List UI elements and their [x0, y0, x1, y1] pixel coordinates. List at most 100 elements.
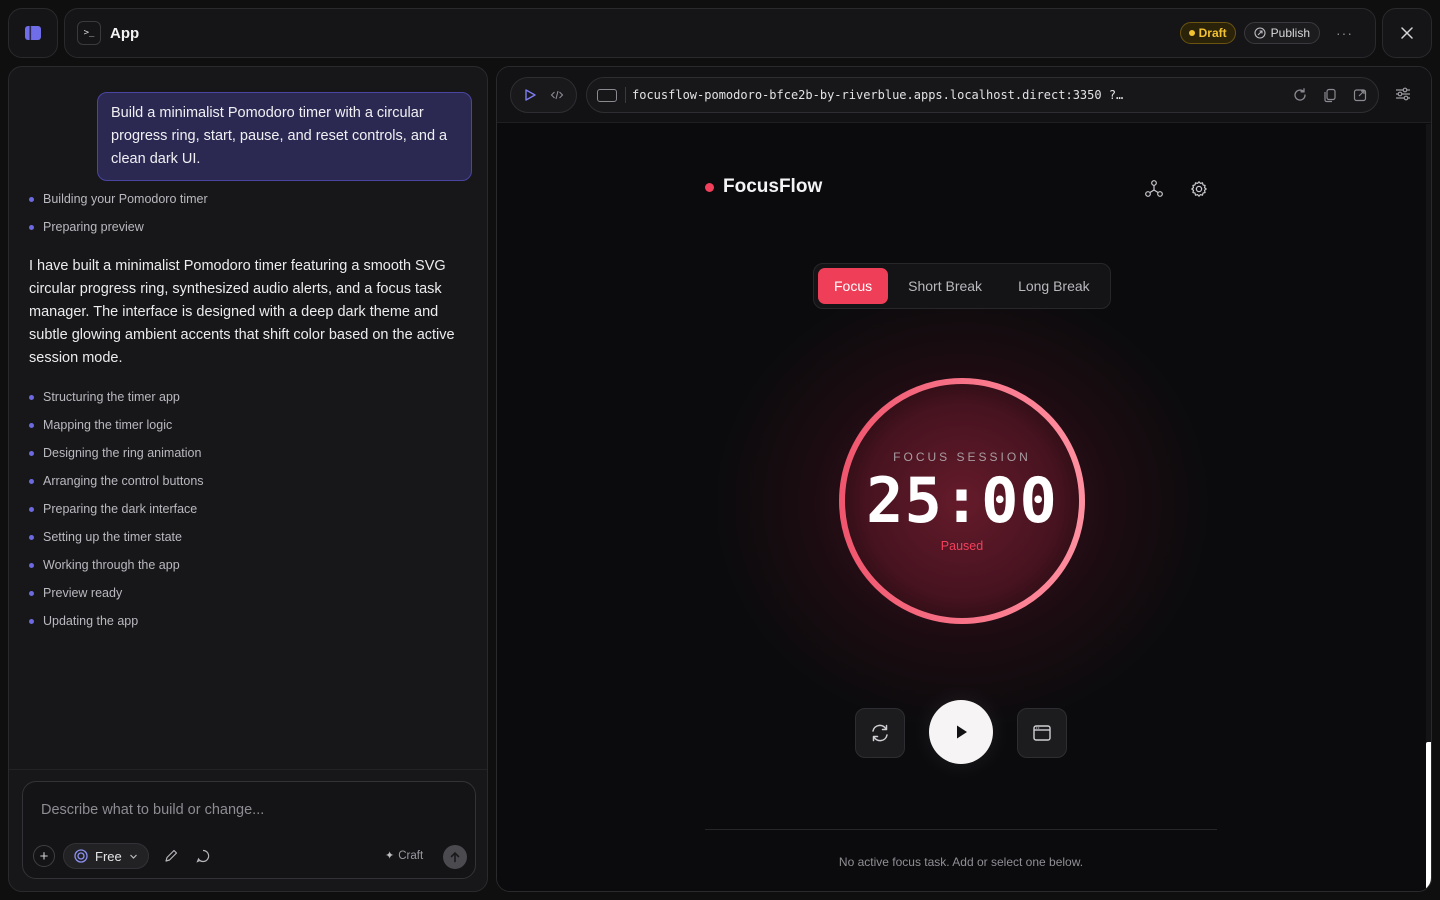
- progress-step: Preparing preview: [29, 213, 208, 241]
- publish-icon: [1254, 27, 1266, 39]
- chat-divider: [9, 769, 487, 770]
- progress-step: Mapping the timer logic: [29, 411, 204, 439]
- step-label: Mapping the timer logic: [43, 418, 173, 432]
- publish-button[interactable]: Publish: [1243, 22, 1320, 44]
- craft-label: Craft: [398, 849, 424, 862]
- tab-focus[interactable]: Focus: [818, 268, 889, 304]
- bullet-icon: [29, 196, 34, 202]
- view-mode-toggle[interactable]: [510, 77, 577, 113]
- chat-panel: Build a minimalist Pomodoro timer with a…: [8, 66, 488, 892]
- progress-step: Building your Pomodoro timer: [29, 185, 208, 213]
- progress-step: Preparing the dark interface: [29, 495, 204, 523]
- bullet-icon: [29, 422, 34, 428]
- network-icon: [1145, 180, 1163, 197]
- chat-bubble-icon: [196, 849, 210, 863]
- step-label: Working through the app: [43, 558, 180, 572]
- stats-button[interactable]: [1144, 179, 1164, 199]
- tab-short-break[interactable]: Short Break: [892, 268, 998, 304]
- step-label: Updating the app: [43, 614, 139, 628]
- skip-button[interactable]: [1017, 708, 1067, 758]
- start-button[interactable]: [929, 700, 993, 764]
- app-name: FocusFlow: [723, 176, 823, 197]
- chat-mode-button[interactable]: [195, 848, 211, 864]
- url-separator: [625, 87, 626, 103]
- chevron-down-icon: [129, 854, 137, 859]
- timer-status: Paused: [940, 539, 984, 553]
- sparkle-icon: ✦: [385, 850, 395, 862]
- progress-steps-after: Structuring the timer app Mapping the ti…: [29, 383, 204, 635]
- task-empty-message: No active focus task. Add or select one …: [838, 855, 1084, 869]
- brand-dot-icon: [705, 182, 714, 192]
- session-label: FOCUS SESSION: [893, 450, 1031, 464]
- progress-step: Preview ready: [29, 579, 204, 607]
- step-label: Structuring the timer app: [43, 390, 180, 404]
- top-bar: >_ App Draft Publish ···: [64, 8, 1376, 58]
- code-icon[interactable]: [550, 88, 564, 102]
- bullet-icon: [29, 534, 34, 540]
- copy-icon[interactable]: [1322, 87, 1338, 103]
- bullet-icon: [29, 618, 34, 624]
- send-button[interactable]: [443, 845, 467, 869]
- preview-toolbar: focusflow-pomodoro-bfce2b-by-riverblue.a…: [497, 67, 1431, 123]
- progress-step: Structuring the timer app: [29, 383, 204, 411]
- model-label: Free: [95, 848, 122, 864]
- model-icon: [74, 849, 88, 863]
- url-bar[interactable]: focusflow-pomodoro-bfce2b-by-riverblue.a…: [586, 77, 1379, 113]
- step-label: Preparing preview: [43, 220, 144, 234]
- draft-badge[interactable]: Draft: [1179, 22, 1236, 44]
- task-divider: [705, 829, 1217, 830]
- step-label: Preparing the dark interface: [43, 502, 198, 516]
- pencil-icon: [165, 849, 178, 862]
- progress-steps-before: Building your Pomodoro timer Preparing p…: [29, 185, 208, 241]
- arrow-up-icon: [450, 851, 460, 863]
- draft-label: Draft: [1198, 26, 1227, 40]
- bullet-icon: [29, 450, 34, 456]
- open-external-icon[interactable]: [1352, 87, 1368, 103]
- bullet-icon: [29, 562, 34, 568]
- preview-settings-icon[interactable]: [1394, 85, 1412, 103]
- step-label: Arranging the control buttons: [43, 474, 204, 488]
- session-mode-tabs: Focus Short Break Long Break: [813, 263, 1111, 309]
- edit-button[interactable]: [163, 848, 179, 864]
- model-select[interactable]: Free: [63, 843, 149, 869]
- assistant-message: I have built a minimalist Pomodoro timer…: [29, 258, 455, 366]
- close-button[interactable]: [1382, 8, 1432, 58]
- terminal-icon: >_: [77, 21, 101, 45]
- timer-display: 25:00: [866, 464, 1058, 537]
- gear-icon: [1191, 181, 1207, 197]
- device-icon[interactable]: [597, 88, 617, 102]
- reset-button[interactable]: [855, 708, 905, 758]
- url-text[interactable]: focusflow-pomodoro-bfce2b-by-riverblue.a…: [632, 88, 1232, 102]
- tab-long-break[interactable]: Long Break: [1002, 268, 1106, 304]
- reset-icon: [872, 724, 888, 742]
- scrollbar-thumb[interactable]: [1426, 742, 1431, 891]
- progress-step: Designing the ring animation: [29, 439, 204, 467]
- prompt-input[interactable]: Describe what to build or change...: [41, 802, 264, 818]
- window-icon: [1033, 725, 1051, 741]
- close-icon: [1401, 27, 1413, 39]
- draft-dot-icon: [1188, 30, 1195, 36]
- panel-icon: [25, 26, 41, 40]
- app-settings-button[interactable]: [1189, 179, 1209, 199]
- sidebar-toggle-button[interactable]: [8, 8, 58, 58]
- step-label: Preview ready: [43, 586, 123, 600]
- craft-toggle[interactable]: ✦ Craft: [385, 849, 424, 863]
- step-label: Building your Pomodoro timer: [43, 192, 208, 206]
- plus-icon: +: [39, 847, 49, 865]
- play-preview-icon[interactable]: [523, 88, 537, 102]
- preview-panel: focusflow-pomodoro-bfce2b-by-riverblue.a…: [496, 66, 1432, 892]
- progress-step: Updating the app: [29, 607, 204, 635]
- app-title: App: [110, 24, 140, 42]
- step-label: Setting up the timer state: [43, 530, 182, 544]
- publish-label: Publish: [1270, 26, 1310, 40]
- bullet-icon: [29, 506, 34, 512]
- app-preview: FocusFlow Focus Short Break Long Break F…: [497, 124, 1427, 891]
- more-options-button[interactable]: ···: [1336, 25, 1353, 41]
- progress-step: Working through the app: [29, 551, 204, 579]
- bullet-icon: [29, 224, 34, 230]
- refresh-icon[interactable]: [1292, 87, 1308, 103]
- bullet-icon: [29, 394, 34, 400]
- add-attachment-button[interactable]: +: [33, 845, 55, 867]
- progress-step: Arranging the control buttons: [29, 467, 204, 495]
- step-label: Designing the ring animation: [43, 446, 202, 460]
